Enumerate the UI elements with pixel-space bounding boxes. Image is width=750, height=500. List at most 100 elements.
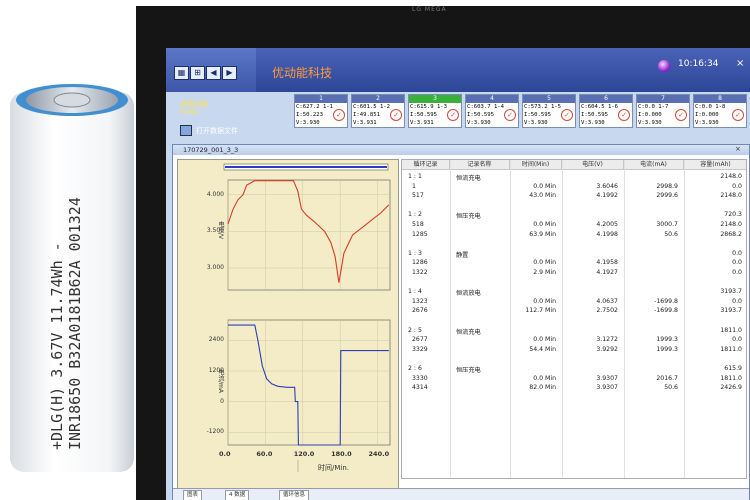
y-tick-label: -1200: [206, 428, 224, 436]
table-cell: 63.9 Min: [529, 230, 556, 238]
column-header[interactable]: 容量(mAh): [684, 160, 746, 170]
table-cell: 0.0 Min: [533, 336, 556, 344]
channel-number: 8: [694, 95, 746, 103]
open-data-file-link[interactable]: 打开数据文件: [196, 126, 238, 136]
channel-number: 4: [466, 95, 518, 103]
check-icon: ✓: [618, 109, 630, 121]
channel-2[interactable]: 2 C:601.5 1-2 I:49.851 V:3.931 ✓: [351, 94, 405, 128]
data-window-tabs: 图表 4 数据 循环信息: [173, 488, 749, 500]
table-cell: 517: [412, 192, 424, 200]
table-cell: 1286: [412, 259, 428, 267]
channel-5[interactable]: 5 C:573.2 1-5 I:50.595 V:3.930 ✓: [522, 94, 576, 128]
channel-number: 6: [580, 95, 632, 103]
app-title: 优动能科技: [272, 66, 333, 80]
close-icon[interactable]: ×: [736, 58, 744, 69]
table-cell: 0.0 Min: [533, 221, 556, 228]
table-cell: 2426.9: [720, 384, 742, 392]
y-tick-label: 0: [220, 397, 224, 405]
column-divider: [624, 160, 625, 478]
data-tab[interactable]: 4 数据: [225, 490, 250, 500]
x-tick-label: 0.0: [219, 450, 231, 458]
table-cell: 2999.6: [656, 192, 678, 200]
table-cell: 615.9: [724, 365, 742, 372]
table-cell: 1999.3: [656, 345, 678, 353]
y-tick-label: 2400: [208, 336, 224, 344]
table-cell: 1323: [412, 297, 428, 305]
table-cell: 1 : 4: [408, 288, 422, 296]
table-cell: 1 : 2: [408, 211, 422, 219]
column-header[interactable]: 记录名称: [450, 160, 510, 170]
forward-icon[interactable]: ▶: [222, 66, 237, 80]
system-function-label[interactable]: 系统功能 FUNC: [180, 100, 208, 116]
check-icon: ✓: [390, 109, 402, 121]
table-cell: 50.6: [664, 230, 678, 238]
table-cell: 4.2005: [596, 221, 618, 228]
table-cell: 3329: [412, 345, 428, 353]
table-cell: 4314: [412, 384, 428, 392]
table-cell: 518: [412, 221, 424, 228]
plot-svg: [223, 163, 391, 472]
data-tab[interactable]: 图表: [183, 490, 203, 500]
battery-photo: +DLG(H) 3.67V 11.74Wh - INR18650 B32A018…: [0, 0, 140, 500]
monitor-brand: LG MEGA: [412, 6, 447, 13]
x-tick-label: 240.0: [368, 450, 390, 458]
y-tick-label: 3.000: [206, 264, 224, 271]
series-line: [228, 324, 389, 446]
table-cell: 0.0 Min: [533, 259, 556, 267]
table-cell: 0.0: [732, 297, 742, 305]
table-cell: 82.0 Min: [529, 384, 556, 392]
battery-label-line1: +DLG(H) 3.67V 11.74Wh -: [48, 242, 66, 450]
channel-number: 2: [352, 95, 404, 103]
check-icon: ✓: [675, 109, 687, 121]
table-cell: 0.0 Min: [533, 182, 556, 190]
table-cell: 1322: [412, 269, 428, 276]
y-axis-label: 电流/mA: [217, 368, 224, 393]
x-tick-label: 60.0: [256, 450, 273, 458]
table-cell: 3000.7: [656, 221, 678, 228]
table-cell: 0.0: [732, 249, 742, 257]
channel-8[interactable]: 8 C:0.0 1-8 I:0.000 V:3.930 ✓: [693, 94, 747, 128]
column-header[interactable]: 电流(mA): [624, 160, 684, 170]
column-header[interactable]: 循环记录: [402, 160, 450, 170]
table-cell: 1285: [412, 230, 428, 238]
table-cell: 0.0: [732, 336, 742, 344]
table-cell: 2016.7: [656, 374, 678, 382]
table-cell: 0.0 Min: [533, 297, 556, 305]
channel-7[interactable]: 7 C:0.0 1-7 I:0.000 V:3.930 ✓: [636, 94, 690, 128]
table-cell: 恒压充电: [456, 367, 481, 374]
table-cell: 4.1992: [596, 192, 618, 200]
column-header[interactable]: 电压(V): [562, 160, 624, 170]
table-cell: 1 : 3: [408, 249, 422, 257]
channels-icon[interactable]: ⊞: [190, 66, 205, 80]
table-cell: 恒压充电: [456, 213, 481, 221]
table-cell: 3.9307: [596, 384, 618, 392]
channel-number: 3: [409, 95, 461, 103]
channel-3[interactable]: 3 C:615.9 1-3 I:50.595 V:3.931 ✓: [408, 94, 462, 128]
status-orb-icon: [658, 60, 670, 72]
data-window-titlebar: [173, 145, 749, 155]
channel-6[interactable]: 6 C:604.5 1-6 I:50.595 V:3.930 ✓: [579, 94, 633, 128]
channel-4[interactable]: 4 C:603.7 1-4 I:50.595 V:3.930 ✓: [465, 94, 519, 128]
table-cell: 2676: [412, 307, 428, 315]
column-divider: [450, 160, 451, 478]
y-tick-label: 4.000: [206, 190, 224, 198]
table-cell: 3193.7: [720, 307, 742, 315]
channel-number: 7: [637, 95, 689, 103]
table-cell: 54.4 Min: [529, 345, 556, 353]
channel-1[interactable]: 1 C:627.2 1-1 I:50.223 V:3.930 ✓: [294, 94, 348, 128]
table-cell: 1999.3: [656, 336, 678, 344]
table-cell: 4.0637: [596, 297, 618, 305]
table-cell: 2 : 5: [408, 326, 422, 334]
column-header[interactable]: 时间(Min): [510, 160, 562, 170]
data-window-close-icon[interactable]: ×: [735, 145, 741, 153]
table-cell: 4.1998: [596, 230, 618, 238]
table-cell: 2998.9: [656, 182, 678, 190]
folder-icon[interactable]: [180, 125, 192, 136]
check-icon: ✓: [561, 109, 573, 121]
rewind-icon[interactable]: ◀: [206, 66, 221, 80]
panel-frame: [227, 179, 391, 291]
data-tab[interactable]: 循环信息: [279, 490, 310, 500]
layout-icon[interactable]: ▦: [174, 66, 189, 80]
table-cell: 2148.0: [720, 221, 742, 228]
data-table: 循环记录 记录名称 时间(Min) 电压(V) 电流(mA) 容量(mAh) 1 : 1 恒流…: [401, 159, 747, 479]
